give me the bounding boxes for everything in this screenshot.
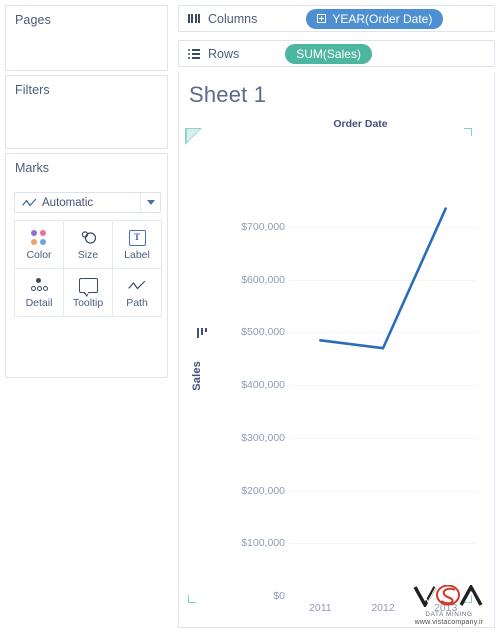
line-series-svg: [319, 207, 447, 350]
y-axis-tick-label: $600,000: [241, 273, 285, 286]
drop-zone-triangle-icon: [185, 128, 202, 145]
path-line-icon: [128, 275, 146, 296]
columns-icon: [187, 14, 201, 23]
sheet-title: Sheet 1: [189, 82, 267, 107]
marks-tooltip-label: Tooltip: [72, 297, 104, 309]
corner-bracket-bottom-left-icon: [188, 595, 196, 603]
visualization-pane[interactable]: Sheet 1 Order Date Sales $0 $100,000 $200,…: [178, 72, 495, 628]
columns-shelf-label: Columns: [208, 11, 258, 26]
y-axis-tick-label: $500,000: [241, 326, 285, 339]
plot-area[interactable]: [289, 174, 477, 596]
pill-sum-sales[interactable]: SUM(Sales): [285, 43, 372, 64]
marks-tooltip-button[interactable]: Tooltip: [63, 268, 113, 317]
x-axis-tick-labels: 2011 2012 2013: [289, 602, 477, 618]
marks-size-button[interactable]: Size: [63, 220, 113, 269]
filters-shelf-title: Filters: [15, 83, 50, 97]
marks-label-button[interactable]: T Label: [112, 220, 162, 269]
tableau-worksheet: Pages Filters Marks Automatic Color Size…: [0, 0, 500, 632]
detail-dots-icon: [29, 275, 49, 296]
x-axis-tick-label: 2012: [371, 602, 395, 614]
y-axis-tick-label: $700,000: [241, 221, 285, 233]
y-axis-tick-labels: $0 $100,000 $200,000 $300,000 $400,000 $500,0…: [213, 174, 285, 602]
rows-icon: [187, 48, 201, 59]
pill-year-order-date[interactable]: YEAR(Order Date): [306, 8, 444, 29]
marks-buttons-grid: Color Size T Label Detail Tooltip Path: [14, 220, 162, 317]
corner-bracket-top-right-icon: [464, 128, 472, 136]
y-axis-tick-label: $100,000: [241, 537, 285, 550]
y-axis-tick-label: $200,000: [241, 484, 285, 497]
marks-detail-button[interactable]: Detail: [14, 268, 64, 317]
filters-shelf[interactable]: Filters: [5, 75, 168, 149]
marks-detail-label: Detail: [25, 297, 53, 309]
label-text-icon: T: [128, 227, 146, 248]
x-axis-tick-label: 2013: [433, 602, 458, 614]
y-axis-title: Sales: [191, 361, 203, 391]
tooltip-bubble-icon: [78, 275, 98, 297]
marks-color-label: Color: [26, 249, 52, 261]
marks-size-label: Size: [77, 249, 99, 261]
marks-color-button[interactable]: Color: [14, 220, 64, 269]
marks-card: Marks Automatic Color Size T Label Detai…: [5, 153, 168, 378]
y-axis-tick-label: $400,000: [241, 379, 285, 392]
x-axis-tick-label: 2011: [309, 602, 332, 614]
y-axis-tick-label: $0: [273, 590, 285, 602]
marks-path-button[interactable]: Path: [112, 268, 162, 317]
marks-path-label: Path: [126, 297, 148, 309]
marks-label-label: Label: [124, 249, 150, 261]
color-dots-icon: [31, 227, 47, 248]
pill-sum-sales-label: SUM(Sales): [296, 46, 361, 61]
line-chart-icon: [19, 198, 39, 208]
chevron-down-icon[interactable]: [140, 193, 160, 212]
line-series-path[interactable]: [319, 207, 447, 350]
expand-plus-icon[interactable]: [317, 14, 327, 23]
columns-shelf[interactable]: Columns YEAR(Order Date): [178, 5, 495, 32]
rows-shelf-label: Rows: [208, 46, 240, 61]
pill-year-order-date-label: YEAR(Order Date): [332, 11, 433, 26]
rows-shelf[interactable]: Rows SUM(Sales): [178, 40, 495, 67]
sort-icon[interactable]: [196, 328, 207, 339]
marks-card-title: Marks: [15, 161, 50, 175]
watermark-url: www.vistacompany.ir: [414, 619, 484, 626]
y-axis-tick-label: $300,000: [241, 431, 285, 444]
pages-shelf-title: Pages: [15, 13, 51, 27]
mark-type-value: Automatic: [42, 196, 94, 209]
mark-type-dropdown[interactable]: Automatic: [14, 192, 161, 213]
left-shelf-column: Pages Filters Marks Automatic Color Size…: [0, 0, 173, 632]
size-circles-icon: [78, 227, 98, 248]
column-field-header: Order Date: [333, 118, 388, 130]
pages-shelf[interactable]: Pages: [5, 5, 168, 71]
